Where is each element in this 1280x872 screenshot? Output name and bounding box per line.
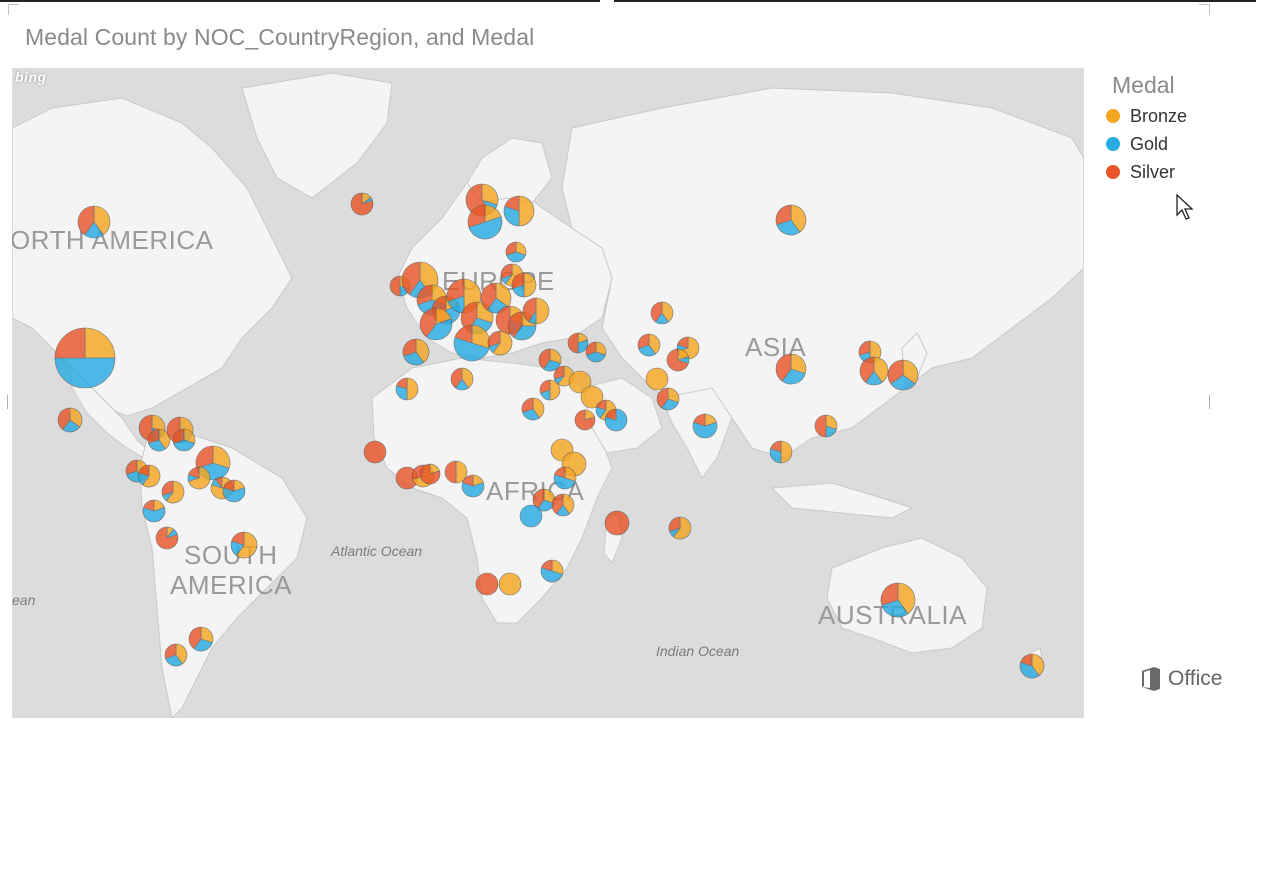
- legend-label: Bronze: [1130, 105, 1188, 126]
- medal-pie-marker[interactable]: [164, 643, 188, 667]
- office-logo-icon: [1142, 667, 1160, 691]
- medal-pie-marker[interactable]: [57, 407, 83, 433]
- medal-pie-marker[interactable]: [363, 440, 387, 464]
- medal-pie-slice: [604, 510, 630, 536]
- medal-pie-marker[interactable]: [637, 333, 661, 357]
- medal-pie-marker[interactable]: [188, 626, 214, 652]
- legend: Medal Bronze Gold Silver: [1104, 72, 1254, 183]
- resize-handle-right[interactable]: [1209, 395, 1210, 409]
- land-indonesia: [770, 482, 914, 519]
- medal-pie-marker[interactable]: [551, 493, 575, 517]
- medal-pie-marker[interactable]: [604, 510, 630, 536]
- medal-pie-marker[interactable]: [505, 241, 527, 263]
- label-indian-ocean: Indian Ocean: [656, 643, 739, 659]
- medal-pie-slice: [389, 275, 401, 297]
- medal-pie-marker[interactable]: [137, 464, 161, 488]
- medal-pie-marker[interactable]: [604, 408, 628, 432]
- medal-pie-marker[interactable]: [574, 409, 596, 431]
- office-branding: Office: [1140, 666, 1222, 692]
- medal-pie-marker[interactable]: [419, 307, 453, 341]
- medal-pie-marker[interactable]: [567, 332, 589, 354]
- medal-pie-marker[interactable]: [350, 192, 374, 216]
- office-label: Office: [1168, 667, 1223, 690]
- medal-pie-marker[interactable]: [467, 204, 503, 240]
- medal-pie-slice: [645, 367, 669, 391]
- medal-pie-marker[interactable]: [887, 359, 919, 391]
- map-canvas[interactable]: ORTH AMERICA EUROPE ASIA AFRICA SOUTH AM…: [12, 68, 1084, 718]
- legend-item-silver[interactable]: Silver: [1104, 161, 1254, 183]
- legend-dot-silver: [1106, 165, 1120, 179]
- legend-dot-gold: [1106, 137, 1120, 151]
- medal-pie-marker[interactable]: [585, 341, 607, 363]
- medal-pie-marker[interactable]: [775, 353, 807, 385]
- medal-pie-marker[interactable]: [538, 348, 562, 372]
- medal-pie-marker[interactable]: [147, 428, 171, 452]
- label-ocean-left: ean: [12, 592, 36, 608]
- top-border: [0, 0, 1256, 2]
- medal-pie-marker[interactable]: [692, 413, 718, 439]
- medal-pie-marker[interactable]: [155, 526, 179, 550]
- medal-pie-slice: [363, 440, 387, 464]
- medal-pie-marker[interactable]: [645, 367, 669, 391]
- chart-title: Medal Count by NOC_CountryRegion, and Me…: [25, 24, 535, 50]
- medal-pie-marker[interactable]: [187, 466, 211, 490]
- medal-pie-marker[interactable]: [540, 559, 564, 583]
- resize-handle-left[interactable]: [7, 395, 8, 409]
- mouse-cursor-icon: [1176, 194, 1194, 220]
- legend-label: Gold: [1130, 133, 1169, 154]
- land-north-america: [12, 97, 293, 417]
- medal-pie-marker[interactable]: [668, 516, 692, 540]
- legend-title: Medal: [1112, 72, 1175, 98]
- bing-logo: bing: [15, 69, 47, 85]
- medal-pie-marker[interactable]: [142, 499, 166, 523]
- medal-pie-marker[interactable]: [395, 377, 419, 401]
- medal-pie-marker[interactable]: [666, 348, 690, 372]
- medal-pie-marker[interactable]: [522, 297, 550, 325]
- medal-pie-marker[interactable]: [1019, 653, 1045, 679]
- medal-pie-slice: [475, 572, 499, 596]
- medal-pie-marker[interactable]: [769, 440, 793, 464]
- medal-pie-marker[interactable]: [77, 205, 111, 239]
- medal-pie-marker[interactable]: [511, 272, 537, 298]
- medal-pie-marker[interactable]: [450, 367, 474, 391]
- medal-pie-marker[interactable]: [814, 414, 838, 438]
- medal-pie-marker[interactable]: [230, 531, 258, 559]
- medal-pie-marker[interactable]: [498, 572, 522, 596]
- legend-dot-bronze: [1106, 109, 1120, 123]
- medal-pie-marker[interactable]: [656, 387, 680, 411]
- legend-item-bronze[interactable]: Bronze: [1104, 105, 1254, 127]
- medal-pie-marker[interactable]: [487, 330, 513, 356]
- medal-pie-slice: [498, 572, 522, 596]
- label-south-america-2: AMERICA: [170, 570, 292, 600]
- medal-pie-marker[interactable]: [775, 204, 807, 236]
- label-north-america: ORTH AMERICA: [12, 225, 214, 255]
- medal-pie-marker[interactable]: [475, 572, 499, 596]
- medal-pie-slice: [519, 504, 543, 528]
- medal-pie-marker[interactable]: [222, 479, 246, 503]
- medal-pie-marker[interactable]: [859, 356, 889, 386]
- medal-pie-marker[interactable]: [461, 474, 485, 498]
- medal-pie-marker[interactable]: [453, 324, 491, 362]
- medal-pie-marker[interactable]: [553, 466, 577, 490]
- legend-label: Silver: [1130, 161, 1176, 182]
- medal-pie-marker[interactable]: [503, 195, 535, 227]
- medal-pie-marker[interactable]: [650, 301, 674, 325]
- visual-corner: [8, 4, 19, 15]
- land-greenland: [241, 72, 393, 199]
- medal-pie-marker[interactable]: [54, 327, 116, 389]
- medal-pie-marker[interactable]: [880, 582, 916, 618]
- visual-corner: [1199, 4, 1210, 15]
- world-map: ORTH AMERICA EUROPE ASIA AFRICA SOUTH AM…: [12, 72, 1084, 718]
- medal-pie-marker[interactable]: [402, 338, 430, 366]
- medal-pie-marker[interactable]: [161, 480, 185, 504]
- legend-item-gold[interactable]: Gold: [1104, 133, 1254, 155]
- medal-pie-marker[interactable]: [521, 397, 545, 421]
- label-atlantic-ocean: Atlantic Ocean: [330, 543, 422, 559]
- medal-pie-marker[interactable]: [172, 428, 196, 452]
- medal-pie-marker[interactable]: [519, 504, 543, 528]
- medal-pie-marker[interactable]: [419, 463, 441, 485]
